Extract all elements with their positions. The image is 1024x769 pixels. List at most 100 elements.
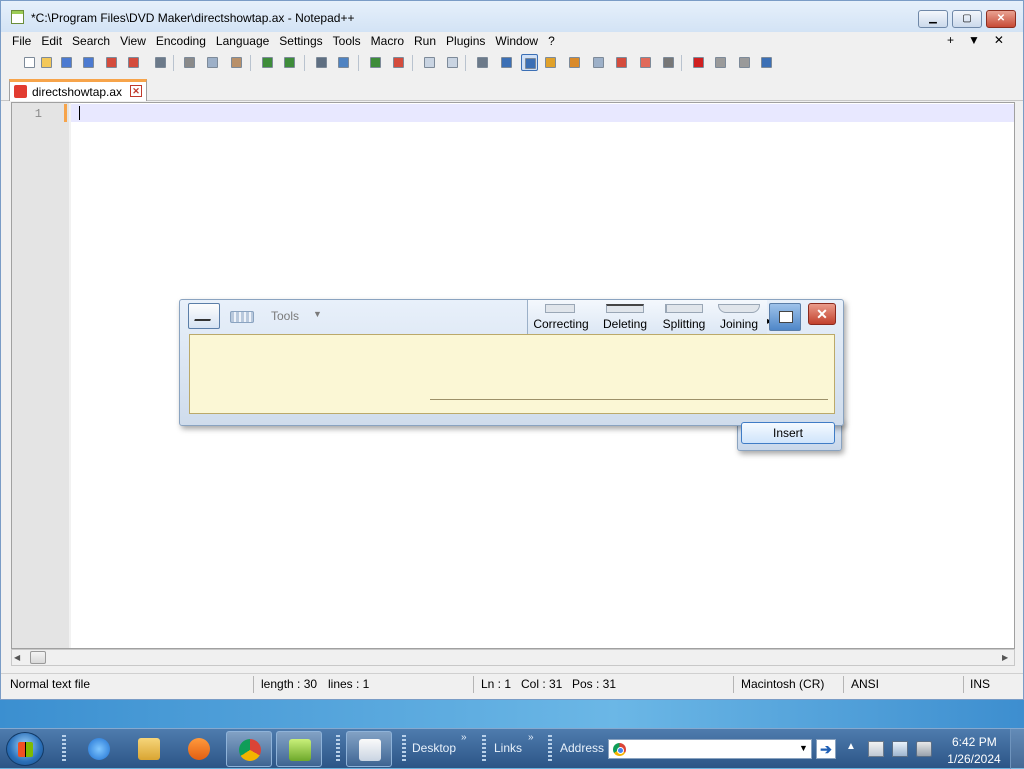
menu-macro[interactable]: Macro [368,33,407,49]
action-center-flag-icon[interactable] [868,741,884,757]
doc-map-button[interactable] [566,54,583,71]
tab-splitting[interactable]: Splitting [656,300,712,334]
open-file-button[interactable] [38,54,55,71]
sync-vertical-button[interactable] [421,54,438,71]
windows-explorer-button[interactable] [126,731,172,767]
new-tab-button[interactable]: + [947,33,954,47]
tablet-input-panel-taskbar-button[interactable] [346,731,392,767]
paste-button[interactable] [228,54,245,71]
toolbar-separator [173,55,174,71]
find-button[interactable] [313,54,330,71]
tab-correcting[interactable]: Correcting [528,300,594,334]
zoom-out-button[interactable] [390,54,407,71]
save-all-button[interactable] [80,54,97,71]
menu-run[interactable]: Run [411,33,439,49]
notepad-plus-plus-taskbar-button[interactable] [276,731,322,767]
close-window-button[interactable]: ✕ [986,10,1016,28]
user-language-icon [545,57,556,68]
run-macro-multiple-button[interactable] [736,54,753,71]
clock-date[interactable]: 1/26/2024 [946,752,1002,766]
horizontal-scroll-thumb[interactable] [30,651,46,664]
toolbar-grip[interactable] [482,735,486,763]
tab-directshowtap[interactable]: directshowtap.ax ✕ [9,79,147,101]
writing-pad-button[interactable] [188,303,220,329]
show-desktop-button[interactable] [1010,729,1024,769]
toolbar-grip[interactable] [548,735,552,763]
maximize-button[interactable]: ▢ [952,10,982,28]
toolbar-grip[interactable] [62,735,66,763]
input-panel-close-button[interactable]: ✕ [808,303,836,325]
save-macro-button[interactable] [758,54,775,71]
menu-search[interactable]: Search [69,33,113,49]
monitoring-button[interactable] [637,54,654,71]
address-field[interactable]: ▼ [608,739,812,759]
stop-macro-icon [693,57,704,68]
undo-button[interactable] [259,54,276,71]
clock-time[interactable]: 6:42 PM [952,735,997,749]
zoom-in-button[interactable] [367,54,384,71]
menu-encoding[interactable]: Encoding [153,33,209,49]
play-macro-button[interactable] [712,54,729,71]
menu-language[interactable]: Language [213,33,272,49]
show-all-chars-button[interactable] [498,54,515,71]
close-button[interactable] [103,54,120,71]
title-bar[interactable]: *C:\Program Files\DVD Maker\directshowta… [1,1,1023,32]
toolbar-grip[interactable] [402,735,406,763]
scroll-left-arrow-icon[interactable]: ◀ [14,653,20,662]
status-bar: Normal text file length : 30 lines : 1 L… [1,673,1023,695]
close-document-button[interactable]: ✕ [994,33,1004,47]
menu-window[interactable]: Window [492,33,541,49]
handwriting-input-area[interactable] [189,334,835,414]
start-button[interactable] [6,732,44,766]
menu-view[interactable]: View [117,33,149,49]
scroll-right-arrow-icon[interactable]: ▶ [1002,653,1008,662]
menu-plugins[interactable]: Plugins [443,33,488,49]
word-wrap-button[interactable] [474,54,491,71]
menu-tools[interactable]: Tools [330,33,364,49]
internet-explorer-button[interactable] [76,731,122,767]
horizontal-scrollbar[interactable]: ◀ ▶ [11,649,1015,666]
help-button[interactable] [769,303,801,331]
chrome-button[interactable] [226,731,272,767]
tab-deleting[interactable]: Deleting [594,300,656,334]
tools-menu-button[interactable]: Tools [271,309,299,323]
copy-button[interactable] [204,54,221,71]
minimize-button[interactable]: ▁ [918,10,948,28]
media-player-button[interactable] [176,731,222,767]
menu-file[interactable]: File [9,33,34,49]
tab-joining[interactable]: Joining [712,300,766,334]
show-hidden-icons-button[interactable]: ▲ [846,741,856,752]
links-toolbar-label[interactable]: Links [494,741,522,755]
tab-list-dropdown-button[interactable]: ▼ [968,33,980,47]
close-all-button[interactable] [125,54,142,71]
menu-help[interactable]: ? [545,33,558,49]
input-mode-buttons [188,303,264,329]
menu-edit[interactable]: Edit [38,33,65,49]
new-file-button[interactable] [21,54,38,71]
desktop-toolbar-label[interactable]: Desktop [412,741,456,755]
tab-close-button[interactable]: ✕ [130,85,142,97]
user-language-button[interactable] [542,54,559,71]
touch-keyboard-button[interactable] [226,306,256,326]
links-toolbar-chevron-icon[interactable]: » [528,732,534,743]
volume-muted-icon[interactable] [916,741,932,757]
address-go-button[interactable]: ➔ [816,739,836,759]
save-button[interactable] [58,54,75,71]
indent-guide-button[interactable] [521,54,538,71]
replace-button[interactable] [335,54,352,71]
menu-bar-right-controls: + ▼ ✕ [947,33,1004,47]
function-list-button[interactable] [590,54,607,71]
record-macro-button[interactable] [660,54,677,71]
chevron-down-icon[interactable]: ▼ [799,743,808,753]
insert-button[interactable]: Insert [741,422,835,444]
menu-settings[interactable]: Settings [276,33,325,49]
redo-button[interactable] [281,54,298,71]
toolbar-grip[interactable] [336,735,340,763]
desktop-toolbar-chevron-icon[interactable]: » [461,732,467,743]
cut-button[interactable] [181,54,198,71]
stop-macro-button[interactable] [690,54,707,71]
folder-as-workspace-button[interactable] [613,54,630,71]
network-icon[interactable] [892,741,908,757]
print-button[interactable] [152,54,169,71]
sync-horizontal-button[interactable] [444,54,461,71]
